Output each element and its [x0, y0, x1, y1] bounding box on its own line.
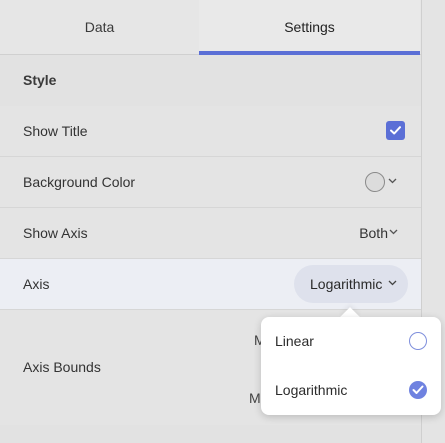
show-title-checkbox[interactable]	[386, 121, 405, 140]
radio-checked-icon[interactable]	[409, 381, 427, 399]
show-title-row: Show Title	[0, 106, 421, 157]
show-axis-row: Show Axis Both	[0, 208, 421, 259]
chevron-down-icon[interactable]	[389, 229, 398, 235]
radio-unchecked-icon[interactable]	[409, 332, 427, 350]
tab-data[interactable]: Data	[0, 0, 199, 54]
dropdown-option-linear[interactable]: Linear	[261, 317, 441, 366]
axis-bounds-label: Axis Bounds	[23, 359, 101, 375]
background-color-label: Background Color	[23, 174, 136, 190]
section-title: Style	[23, 72, 57, 88]
chevron-down-icon	[388, 280, 397, 286]
axis-label: Axis	[23, 276, 50, 292]
show-title-label: Show Title	[23, 123, 88, 139]
axis-bounds-max-label: M	[249, 390, 261, 406]
show-axis-label: Show Axis	[23, 225, 88, 241]
axis-row: Axis Logarithmic	[0, 259, 421, 310]
axis-select-value: Logarithmic	[310, 276, 383, 292]
checkmark-icon	[412, 385, 424, 394]
tab-bar: Data Settings	[0, 0, 421, 55]
option-label: Linear	[275, 333, 314, 349]
dropdown-option-logarithmic[interactable]: Logarithmic	[261, 366, 441, 415]
axis-dropdown-menu: Linear Logarithmic	[261, 317, 441, 415]
active-tab-indicator	[199, 51, 420, 55]
axis-select[interactable]: Logarithmic	[294, 265, 408, 303]
chevron-down-icon[interactable]	[388, 178, 397, 184]
option-label: Logarithmic	[275, 382, 348, 398]
show-axis-value[interactable]: Both	[359, 208, 388, 258]
color-swatch-icon[interactable]	[365, 172, 385, 192]
background-color-row: Background Color	[0, 157, 421, 208]
checkmark-icon	[390, 126, 401, 135]
tab-settings[interactable]: Settings	[199, 0, 420, 54]
